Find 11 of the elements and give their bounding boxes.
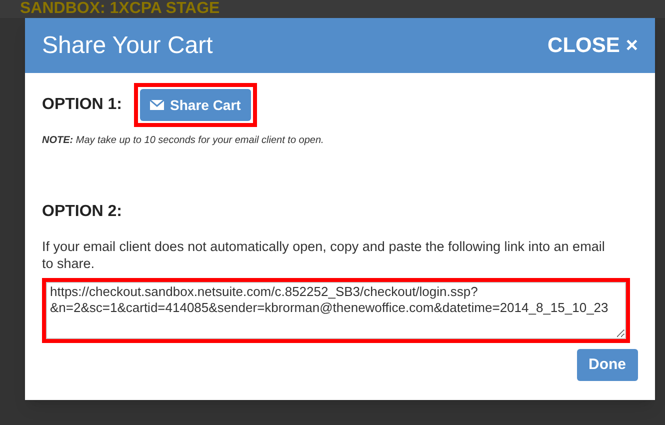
modal-title: Share Your Cart	[42, 30, 213, 60]
mail-icon	[150, 100, 164, 110]
done-button[interactable]: Done	[576, 349, 638, 381]
banner-title: SANDBOX: 1XCPA STAGE	[20, 0, 220, 18]
close-button[interactable]: CLOSE ×	[548, 30, 638, 62]
link-field[interactable]: https://checkout.sandbox.netsuite.com/c.852252_SB3/checkout/login.ssp?&n=2&sc=1&cartid=414085&sender=kbrorman@thenewoffice.com&datetime=2014_8_15_10_23	[46, 282, 626, 339]
note-text: NOTE: May take up to 10 seconds for your email client to open.	[42, 134, 325, 148]
option-label: OPTION 1:	[42, 95, 122, 115]
share-cart-button[interactable]: Share Cart	[140, 89, 251, 121]
instructions-text: If your email client does not automatically open, copy and paste the following link into an email to share.	[42, 238, 606, 272]
option-label: OPTION 2:	[42, 202, 122, 222]
